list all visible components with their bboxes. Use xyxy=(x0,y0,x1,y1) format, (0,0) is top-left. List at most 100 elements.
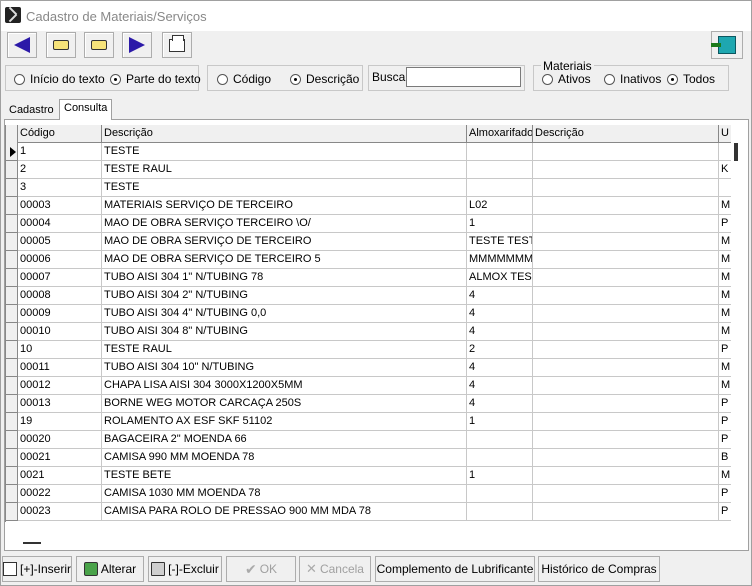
cell-codigo[interactable]: 00003 xyxy=(18,197,102,215)
cell-codigo[interactable]: 00009 xyxy=(18,305,102,323)
cell-descricao-almox[interactable] xyxy=(533,467,719,485)
cell-codigo[interactable]: 00008 xyxy=(18,287,102,305)
cell-codigo[interactable]: 00005 xyxy=(18,233,102,251)
cell-descricao[interactable]: MAO DE OBRA SERVIÇO DE TERCEIRO xyxy=(102,233,467,251)
horizontal-scrollbar[interactable] xyxy=(5,522,747,549)
cell-descricao-almox[interactable] xyxy=(533,197,719,215)
cell-almoxarifado[interactable]: TESTE TEST xyxy=(467,233,533,251)
cell-u[interactable]: M xyxy=(719,467,731,485)
table-row[interactable]: 10 TESTE RAUL 2 P xyxy=(6,341,731,359)
cell-descricao-almox[interactable] xyxy=(533,395,719,413)
cell-almoxarifado[interactable]: 4 xyxy=(467,305,533,323)
inserir-button[interactable]: [+]-Inserir xyxy=(2,556,72,582)
cell-descricao-almox[interactable] xyxy=(533,215,719,233)
exit-button[interactable] xyxy=(711,31,743,59)
cell-descricao[interactable]: CAMISA 1030 MM MOENDA 78 xyxy=(102,485,467,503)
cell-codigo[interactable]: 3 xyxy=(18,179,102,197)
table-row[interactable]: 00005 MAO DE OBRA SERVIÇO DE TERCEIRO TEST… xyxy=(6,233,731,251)
cell-almoxarifado[interactable]: 1 xyxy=(467,215,533,233)
cell-descricao[interactable]: TUBO AISI 304 2" N/TUBING xyxy=(102,287,467,305)
first-record-button[interactable] xyxy=(7,32,37,58)
radio-ativos[interactable]: Ativos xyxy=(542,72,591,86)
table-row[interactable]: 00020 BAGACEIRA 2" MOENDA 66 P xyxy=(6,431,731,449)
table-row[interactable]: 00006 MAO DE OBRA SERVIÇO DE TERCEIRO 5 MM… xyxy=(6,251,731,269)
cancela-button[interactable]: ✕ Cancela xyxy=(299,556,371,582)
cell-u[interactable]: P xyxy=(719,503,731,521)
cell-descricao[interactable]: TESTE RAUL xyxy=(102,161,467,179)
table-row[interactable]: 00009 TUBO AISI 304 4" N/TUBING 0,0 4 M xyxy=(6,305,731,323)
table-row[interactable]: 2 TESTE RAUL K xyxy=(6,161,731,179)
cell-descricao[interactable]: MAO DE OBRA SERVIÇO TERCEIRO \O/ xyxy=(102,215,467,233)
cell-almoxarifado[interactable]: 2 xyxy=(467,341,533,359)
table-row[interactable]: 00008 TUBO AISI 304 2" N/TUBING 4 M xyxy=(6,287,731,305)
cell-descricao[interactable]: CHAPA LISA AISI 304 3000X1200X5MM xyxy=(102,377,467,395)
cell-descricao-almox[interactable] xyxy=(533,233,719,251)
cell-almoxarifado[interactable]: 1 xyxy=(467,467,533,485)
cell-codigo[interactable]: 00022 xyxy=(18,485,102,503)
cell-descricao-almox[interactable] xyxy=(533,503,719,521)
cell-descricao[interactable]: MATERIAIS SERVIÇO DE TERCEIRO xyxy=(102,197,467,215)
cell-codigo[interactable]: 10 xyxy=(18,341,102,359)
table-row[interactable]: 00007 TUBO AISI 304 1" N/TUBING 78 ALMOX T… xyxy=(6,269,731,287)
complemento-lubrificante-button[interactable]: Complemento de Lubrificante xyxy=(375,556,535,582)
cell-almoxarifado[interactable] xyxy=(467,179,533,197)
cell-almoxarifado[interactable]: MMMMMMM xyxy=(467,251,533,269)
cell-descricao[interactable]: TESTE xyxy=(102,143,467,161)
header-descricao[interactable]: Descrição xyxy=(102,125,467,143)
cell-descricao[interactable]: TESTE BETE xyxy=(102,467,467,485)
cell-codigo[interactable]: 00004 xyxy=(18,215,102,233)
cell-u[interactable]: P xyxy=(719,215,731,233)
cell-almoxarifado[interactable] xyxy=(467,485,533,503)
cell-codigo[interactable]: 00012 xyxy=(18,377,102,395)
cell-u[interactable]: P xyxy=(719,485,731,503)
cell-u[interactable]: P xyxy=(719,431,731,449)
table-row[interactable]: 00012 CHAPA LISA AISI 304 3000X1200X5MM 4 M xyxy=(6,377,731,395)
cell-u[interactable]: M xyxy=(719,305,731,323)
table-row[interactable]: 1 TESTE xyxy=(6,143,731,161)
radio-parte-do-texto[interactable]: Parte do texto xyxy=(110,72,201,86)
cell-almoxarifado[interactable]: 4 xyxy=(467,323,533,341)
excluir-button[interactable]: [-]-Excluir xyxy=(148,556,222,582)
cell-almoxarifado[interactable] xyxy=(467,503,533,521)
cell-codigo[interactable]: 1 xyxy=(18,143,102,161)
header-codigo[interactable]: Código xyxy=(18,125,102,143)
radio-inicio-do-texto[interactable]: Início do texto xyxy=(14,72,105,86)
tab-consulta[interactable]: Consulta xyxy=(59,99,113,120)
cell-almoxarifado[interactable]: 4 xyxy=(467,377,533,395)
table-row[interactable]: 00004 MAO DE OBRA SERVIÇO TERCEIRO \O/1 P xyxy=(6,215,731,233)
table-row[interactable]: 00021 CAMISA 990 MM MOENDA 78 B xyxy=(6,449,731,467)
cell-u[interactable]: M xyxy=(719,323,731,341)
cell-descricao[interactable]: ROLAMENTO AX ESF SKF 51102 xyxy=(102,413,467,431)
table-row[interactable]: 19 ROLAMENTO AX ESF SKF 51102 1 P xyxy=(6,413,731,431)
cell-u[interactable] xyxy=(719,143,731,161)
cell-descricao-almox[interactable] xyxy=(533,323,719,341)
cell-u[interactable]: M xyxy=(719,359,731,377)
cell-u[interactable]: M xyxy=(719,233,731,251)
cell-descricao[interactable]: TUBO AISI 304 1" N/TUBING 78 xyxy=(102,269,467,287)
cell-descricao-almox[interactable] xyxy=(533,413,719,431)
header-descricao-almox[interactable]: Descrição xyxy=(533,125,719,143)
cell-descricao-almox[interactable] xyxy=(533,269,719,287)
horizontal-scroll-thumb[interactable] xyxy=(23,542,41,544)
cell-u[interactable]: M xyxy=(719,269,731,287)
cell-almoxarifado[interactable] xyxy=(467,143,533,161)
cell-descricao[interactable]: CAMISA 990 MM MOENDA 78 xyxy=(102,449,467,467)
cell-codigo[interactable]: 2 xyxy=(18,161,102,179)
previous-record-button[interactable] xyxy=(46,32,76,58)
cell-descricao[interactable]: TESTE xyxy=(102,179,467,197)
cell-descricao[interactable]: MAO DE OBRA SERVIÇO DE TERCEIRO 5 xyxy=(102,251,467,269)
cell-u[interactable]: M xyxy=(719,197,731,215)
cell-descricao[interactable]: BAGACEIRA 2" MOENDA 66 xyxy=(102,431,467,449)
cell-almoxarifado[interactable]: 4 xyxy=(467,359,533,377)
cell-descricao-almox[interactable] xyxy=(533,305,719,323)
cell-codigo[interactable]: 00021 xyxy=(18,449,102,467)
alterar-button[interactable]: Alterar xyxy=(76,556,144,582)
tab-cadastro[interactable]: Cadastro xyxy=(5,102,58,118)
ok-button[interactable]: ✔ OK xyxy=(226,556,296,582)
cell-almoxarifado[interactable]: 4 xyxy=(467,287,533,305)
cell-codigo[interactable]: 00006 xyxy=(18,251,102,269)
cell-descricao-almox[interactable] xyxy=(533,161,719,179)
last-record-button[interactable] xyxy=(122,32,152,58)
cell-almoxarifado[interactable] xyxy=(467,449,533,467)
cell-codigo[interactable]: 00011 xyxy=(18,359,102,377)
